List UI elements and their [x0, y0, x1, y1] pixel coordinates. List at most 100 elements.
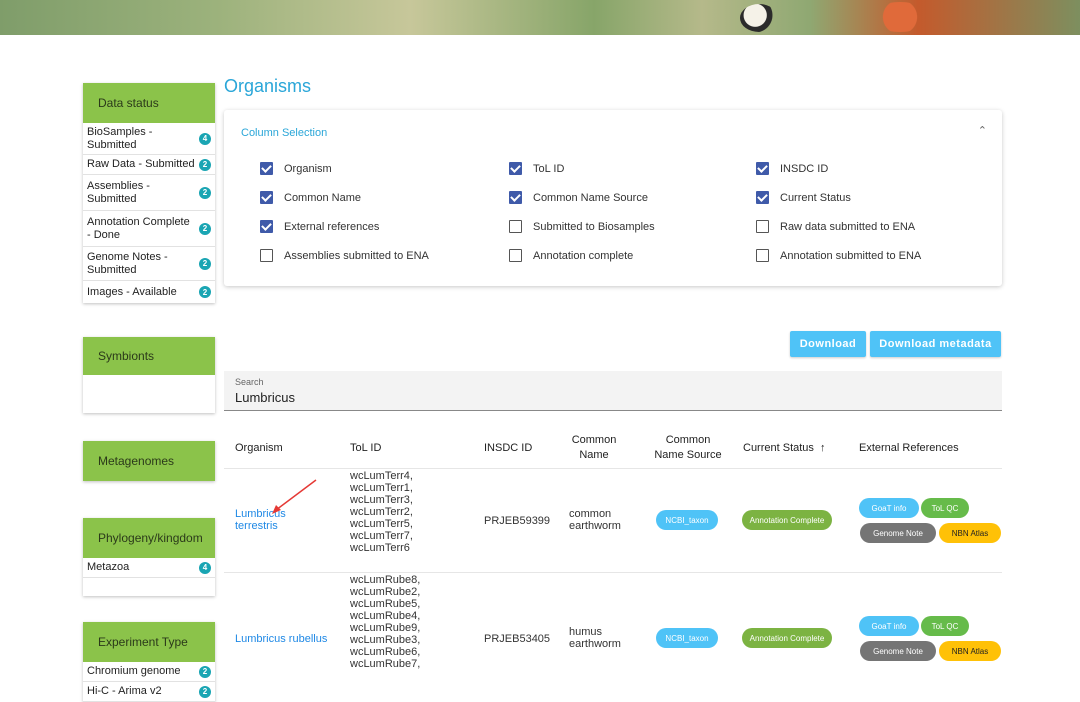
- checkbox-label: Current Status: [780, 191, 851, 204]
- tol-qc-chip[interactable]: ToL QC: [921, 616, 969, 636]
- filter-label: Hi-C - Arima v2: [87, 685, 162, 697]
- checkbox-tol-id[interactable]: ToL ID: [509, 162, 564, 175]
- column-header-common-name[interactable]: Common Name: [568, 433, 620, 463]
- checkbox-box[interactable]: [509, 162, 522, 175]
- checkbox-insdc-id[interactable]: INSDC ID: [756, 162, 828, 175]
- checkbox-box[interactable]: [260, 249, 273, 262]
- search-field[interactable]: Search Lumbricus: [224, 371, 1002, 411]
- filter-hic-arima[interactable]: Hi-C - Arima v2 2: [83, 682, 215, 702]
- tol-id: wcLumTerr5,: [350, 518, 413, 530]
- checkbox-box[interactable]: [260, 191, 273, 204]
- download-metadata-button[interactable]: Download metadata: [870, 331, 1001, 357]
- checkbox-external-references[interactable]: External references: [260, 220, 379, 233]
- count-badge: 4: [199, 561, 211, 574]
- checkbox-box[interactable]: [260, 220, 273, 233]
- column-header-current-status[interactable]: Current Status ↑: [743, 441, 826, 456]
- common-name-line: humus: [569, 626, 603, 638]
- column-header-external-references[interactable]: External References: [859, 441, 959, 456]
- filter-annotation-complete[interactable]: Annotation Complete - Done 2: [83, 211, 215, 247]
- tol-id-list: wcLumTerr4, wcLumTerr1, wcLumTerr3, wcLu…: [350, 470, 413, 554]
- column-header-organism[interactable]: Organism: [235, 441, 283, 456]
- common-name-source-chip[interactable]: NCBI_taxon: [656, 510, 718, 530]
- checkbox-box[interactable]: [509, 220, 522, 233]
- checkbox-box[interactable]: [509, 249, 522, 262]
- checkbox-box[interactable]: [260, 162, 273, 175]
- status-chip[interactable]: Annotation Complete: [742, 510, 832, 530]
- genome-note-chip[interactable]: Genome Note: [860, 641, 936, 661]
- tol-id: wcLumTerr3,: [350, 494, 413, 506]
- puffin-illustration: [740, 4, 778, 32]
- checkbox-annotation-complete[interactable]: Annotation complete: [509, 249, 633, 262]
- common-name-line: earthworm: [569, 520, 621, 532]
- filter-metazoa[interactable]: Metazoa 4: [83, 558, 215, 578]
- column-selection-title[interactable]: Column Selection: [241, 127, 327, 139]
- checkbox-annotation-submitted[interactable]: Annotation submitted to ENA: [756, 249, 921, 262]
- filter-label: Assemblies - Submitted: [87, 179, 150, 205]
- filter-label: Annotation Complete - Done: [87, 215, 190, 241]
- filter-raw-data-submitted[interactable]: Raw Data - Submitted 2: [83, 155, 215, 175]
- download-button[interactable]: Download: [790, 331, 866, 357]
- column-header-common-name-source[interactable]: Common Name Source: [654, 433, 722, 463]
- common-name: humus earthworm: [569, 626, 621, 650]
- checkbox-label: Submitted to Biosamples: [533, 220, 655, 233]
- tol-id: wcLumRube9,: [350, 622, 421, 634]
- header-text: Current Status: [743, 442, 814, 454]
- data-status-title: Data status: [83, 83, 215, 123]
- checkbox-common-name[interactable]: Common Name: [260, 191, 361, 204]
- metagenomes-title: Metagenomes: [83, 441, 215, 481]
- tol-id: wcLumRube6,: [350, 646, 421, 658]
- checkbox-assemblies-submitted[interactable]: Assemblies submitted to ENA: [260, 249, 429, 262]
- checkbox-box[interactable]: [509, 191, 522, 204]
- checkbox-label: Annotation complete: [533, 249, 634, 262]
- sort-arrow-up-icon[interactable]: ↑: [817, 442, 826, 454]
- common-name: common earthworm: [569, 508, 621, 532]
- checkbox-organism[interactable]: Organism: [260, 162, 332, 175]
- checkbox-label: Assemblies submitted to ENA: [284, 249, 429, 262]
- experiment-type-title: Experiment Type: [83, 622, 215, 662]
- checkbox-box[interactable]: [756, 249, 769, 262]
- chevron-up-icon[interactable]: ⌃: [978, 124, 987, 137]
- count-badge: 2: [199, 665, 211, 678]
- filter-images-available[interactable]: Images - Available 2: [83, 281, 215, 303]
- genome-note-chip[interactable]: Genome Note: [860, 523, 936, 543]
- filter-assemblies-submitted[interactable]: Assemblies - Submitted 2: [83, 175, 215, 211]
- checkbox-common-name-source[interactable]: Common Name Source: [509, 191, 648, 204]
- tol-id: wcLumTerr7,: [350, 530, 413, 542]
- search-input[interactable]: Lumbricus: [235, 390, 295, 405]
- table-divider: [224, 572, 1002, 573]
- tol-id: wcLumRube8,: [350, 574, 421, 586]
- status-chip[interactable]: Annotation Complete: [742, 628, 832, 648]
- tol-qc-chip[interactable]: ToL QC: [921, 498, 969, 518]
- checkbox-label: Raw data submitted to ENA: [780, 220, 916, 233]
- count-badge: 2: [199, 186, 211, 199]
- common-name-line: common: [569, 508, 612, 520]
- goat-info-chip[interactable]: GoaT info: [859, 616, 919, 636]
- common-name-line: earthworm: [569, 638, 621, 650]
- tol-id: wcLumTerr4,: [350, 470, 413, 482]
- checkbox-box[interactable]: [756, 220, 769, 233]
- checkbox-box[interactable]: [756, 162, 769, 175]
- metagenomes-panel: Metagenomes: [83, 441, 215, 481]
- goat-info-chip[interactable]: GoaT info: [859, 498, 919, 518]
- filter-genome-notes-submitted[interactable]: Genome Notes - Submitted 2: [83, 247, 215, 281]
- column-header-insdc-id[interactable]: INSDC ID: [484, 441, 532, 456]
- phylogeny-panel: Phylogeny/kingdom Metazoa 4: [83, 518, 215, 596]
- column-header-tol-id[interactable]: ToL ID: [350, 441, 381, 456]
- checkbox-submitted-to-biosamples[interactable]: Submitted to Biosamples: [509, 220, 655, 233]
- filter-label: Genome Notes - Submitted: [87, 250, 168, 276]
- nbn-atlas-chip[interactable]: NBN Atlas: [939, 641, 1001, 661]
- checkbox-label: INSDC ID: [780, 162, 829, 175]
- checkbox-raw-data-submitted[interactable]: Raw data submitted to ENA: [756, 220, 915, 233]
- header-line: Common: [571, 434, 617, 446]
- common-name-source-chip[interactable]: NCBI_taxon: [656, 628, 718, 648]
- organism-link[interactable]: Lumbricus rubellus: [235, 633, 327, 645]
- symbionts-panel: Symbionts: [83, 337, 215, 413]
- checkbox-current-status[interactable]: Current Status: [756, 191, 851, 204]
- checkbox-box[interactable]: [756, 191, 769, 204]
- filter-biosamples-submitted[interactable]: BioSamples - Submitted 4: [83, 123, 215, 155]
- insdc-id: PRJEB59399: [484, 515, 551, 527]
- checkbox-label: Common Name: [284, 191, 362, 204]
- filter-chromium-genome[interactable]: Chromium genome 2: [83, 662, 215, 682]
- nbn-atlas-chip[interactable]: NBN Atlas: [939, 523, 1001, 543]
- tol-id: wcLumRube7,: [350, 658, 421, 670]
